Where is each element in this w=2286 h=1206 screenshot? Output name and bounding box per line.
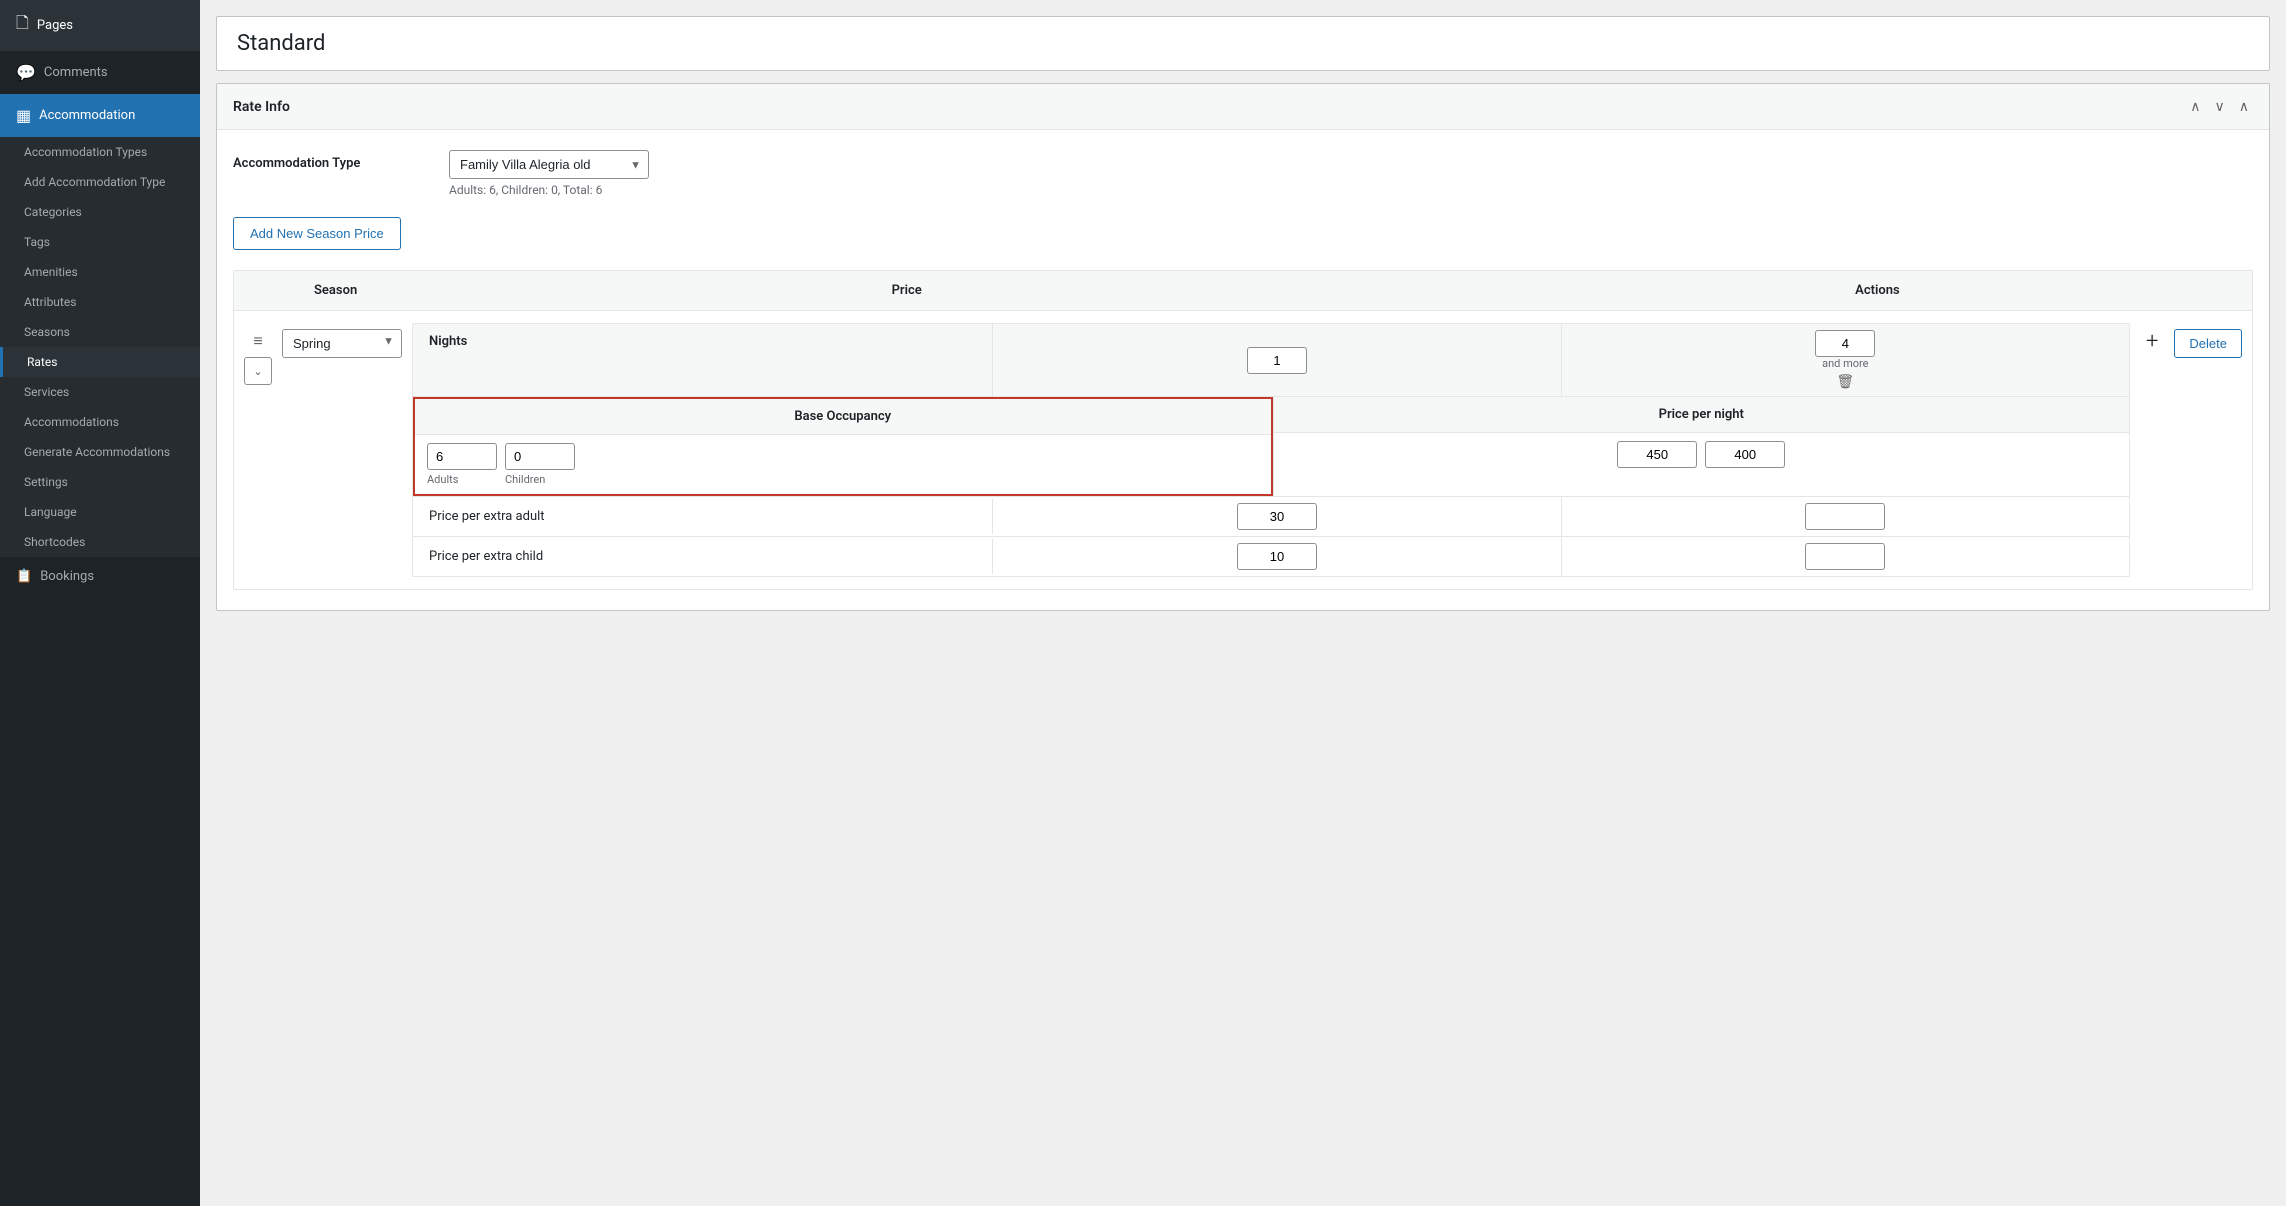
accommodation-type-hint: Adults: 6, Children: 0, Total: 6 bbox=[449, 183, 649, 197]
sidebar-item-add-accommodation-type[interactable]: Add Accommodation Type bbox=[0, 167, 200, 197]
accommodation-type-row: Accommodation Type Family Villa Alegria … bbox=[233, 150, 2253, 197]
bookings-icon: 📋 bbox=[16, 569, 32, 584]
sidebar-accommodation-header[interactable]: ▦ Accommodation bbox=[0, 94, 200, 137]
header-price: Price bbox=[570, 271, 1243, 310]
add-column-button[interactable]: + bbox=[2140, 323, 2164, 354]
season-select-wrapper: Spring Summer Autumn Winter ▼ bbox=[282, 323, 402, 358]
extra-adult-input2-cell bbox=[1562, 497, 2129, 536]
extra-adult-input1[interactable] bbox=[1237, 503, 1317, 530]
comments-icon: 💬 bbox=[16, 63, 36, 82]
night1-input[interactable] bbox=[1247, 347, 1307, 374]
nights-header-row: Nights and more 🗑 bbox=[413, 324, 2129, 397]
price-per-night-inputs bbox=[1274, 433, 2130, 476]
accommodation-type-select-wrapper: Family Villa Alegria old ▼ bbox=[449, 150, 649, 179]
base-occupancy-section: Base Occupancy Adults Children bbox=[413, 397, 1273, 496]
sidebar-item-accommodations[interactable]: Accommodations bbox=[0, 407, 200, 437]
card-header-controls: ∧ ∨ ∧ bbox=[2186, 96, 2253, 117]
accommodation-icon: ▦ bbox=[16, 106, 31, 125]
sidebar-submenu: Accommodation Types Add Accommodation Ty… bbox=[0, 137, 200, 557]
collapse-up-button[interactable]: ∧ bbox=[2186, 96, 2204, 117]
base-occupancy-inputs: Adults Children bbox=[415, 435, 1271, 494]
accommodation-type-label: Accommodation Type bbox=[233, 150, 433, 171]
children-input[interactable] bbox=[505, 443, 575, 470]
price-per-night-section: Price per night bbox=[1273, 397, 2130, 496]
price4-input[interactable] bbox=[1705, 441, 1785, 468]
expand-button[interactable]: ⌄ bbox=[244, 357, 272, 385]
extra-child-input2[interactable] bbox=[1805, 543, 1885, 570]
accommodation-type-control: Family Villa Alegria old ▼ Adults: 6, Ch… bbox=[449, 150, 649, 197]
season-select[interactable]: Spring Summer Autumn Winter bbox=[282, 329, 402, 358]
children-label: Children bbox=[505, 473, 545, 486]
rates-table: Season Price Actions ≡ ⌄ Spring bbox=[233, 270, 2253, 590]
drag-handle-icon[interactable]: ≡ bbox=[253, 331, 262, 351]
nights-label: Nights bbox=[413, 324, 993, 396]
rates-table-header: Season Price Actions bbox=[234, 271, 2252, 311]
sidebar-item-comments[interactable]: 💬 Comments bbox=[0, 51, 200, 94]
price1-input[interactable] bbox=[1617, 441, 1697, 468]
sidebar-item-settings[interactable]: Settings bbox=[0, 467, 200, 497]
adults-input[interactable] bbox=[427, 443, 497, 470]
page-title: Standard bbox=[237, 31, 2249, 56]
price-per-night-header: Price per night bbox=[1274, 397, 2130, 433]
header-season: Season bbox=[234, 271, 570, 310]
accommodation-type-select[interactable]: Family Villa Alegria old bbox=[449, 150, 649, 179]
sidebar-item-language[interactable]: Language bbox=[0, 497, 200, 527]
rate-info-card: Rate Info ∧ ∨ ∧ Accommodation Type Famil… bbox=[216, 83, 2270, 611]
rate-row: ≡ ⌄ Spring Summer Autumn Winter ▼ bbox=[234, 311, 2252, 589]
base-occupancy-header: Base Occupancy bbox=[415, 399, 1271, 435]
extra-child-input2-cell bbox=[1562, 537, 2129, 576]
night4-cell: and more 🗑 bbox=[1562, 324, 2129, 396]
sidebar-item-accommodation-types[interactable]: Accommodation Types bbox=[0, 137, 200, 167]
sidebar-item-attributes[interactable]: Attributes bbox=[0, 287, 200, 317]
and-more-label: and more bbox=[1822, 357, 1868, 370]
sidebar-item-generate-accommodations[interactable]: Generate Accommodations bbox=[0, 437, 200, 467]
sidebar-item-rates[interactable]: Rates bbox=[0, 347, 200, 377]
header-actions: Actions bbox=[1243, 271, 1916, 310]
extra-child-input1-cell bbox=[993, 537, 1561, 576]
extra-adult-input1-cell bbox=[993, 497, 1561, 536]
children-field: Children bbox=[505, 443, 575, 486]
card-body: Accommodation Type Family Villa Alegria … bbox=[217, 130, 2269, 610]
card-header: Rate Info ∧ ∨ ∧ bbox=[217, 84, 2269, 130]
extra-child-input1[interactable] bbox=[1237, 543, 1317, 570]
night4-input[interactable] bbox=[1815, 330, 1875, 357]
sidebar-item-pages[interactable]: 🗋 Pages bbox=[0, 0, 200, 51]
collapse-down-button[interactable]: ∨ bbox=[2211, 96, 2229, 117]
pages-icon: 🗋 bbox=[16, 12, 29, 39]
adults-field: Adults bbox=[427, 443, 497, 486]
extra-child-row: Price per extra child bbox=[413, 536, 2129, 576]
delete-button-wrapper: Delete bbox=[2174, 323, 2242, 358]
extra-adult-row: Price per extra adult bbox=[413, 496, 2129, 536]
sidebar: 🗋 Pages 💬 Comments ▦ Accommodation Accom… bbox=[0, 0, 200, 1206]
delete-row-button[interactable]: Delete bbox=[2174, 329, 2242, 358]
sidebar-item-bookings[interactable]: 📋 Bookings bbox=[0, 557, 200, 596]
adults-label: Adults bbox=[427, 473, 458, 486]
card-header-title: Rate Info bbox=[233, 99, 290, 115]
extra-child-label: Price per extra child bbox=[413, 539, 993, 574]
price-section: Nights and more 🗑 bbox=[412, 323, 2130, 577]
night1-cell bbox=[993, 324, 1561, 396]
delete-night-icon[interactable]: 🗑 bbox=[1836, 374, 1854, 390]
extra-adult-label: Price per extra adult bbox=[413, 499, 993, 534]
sidebar-item-services[interactable]: Services bbox=[0, 377, 200, 407]
sidebar-item-amenities[interactable]: Amenities bbox=[0, 257, 200, 287]
add-season-price-button[interactable]: Add New Season Price bbox=[233, 217, 401, 250]
sidebar-item-shortcodes[interactable]: Shortcodes bbox=[0, 527, 200, 557]
row-controls: ≡ ⌄ bbox=[244, 323, 272, 385]
toggle-button[interactable]: ∧ bbox=[2235, 96, 2253, 117]
page-title-bar: Standard bbox=[216, 16, 2270, 71]
content-row: Base Occupancy Adults Children bbox=[413, 397, 2129, 496]
sidebar-item-tags[interactable]: Tags bbox=[0, 227, 200, 257]
sidebar-item-categories[interactable]: Categories bbox=[0, 197, 200, 227]
extra-adult-input2[interactable] bbox=[1805, 503, 1885, 530]
sidebar-item-seasons[interactable]: Seasons bbox=[0, 317, 200, 347]
main-content: Standard Rate Info ∧ ∨ ∧ Accommodation T… bbox=[200, 0, 2286, 1206]
